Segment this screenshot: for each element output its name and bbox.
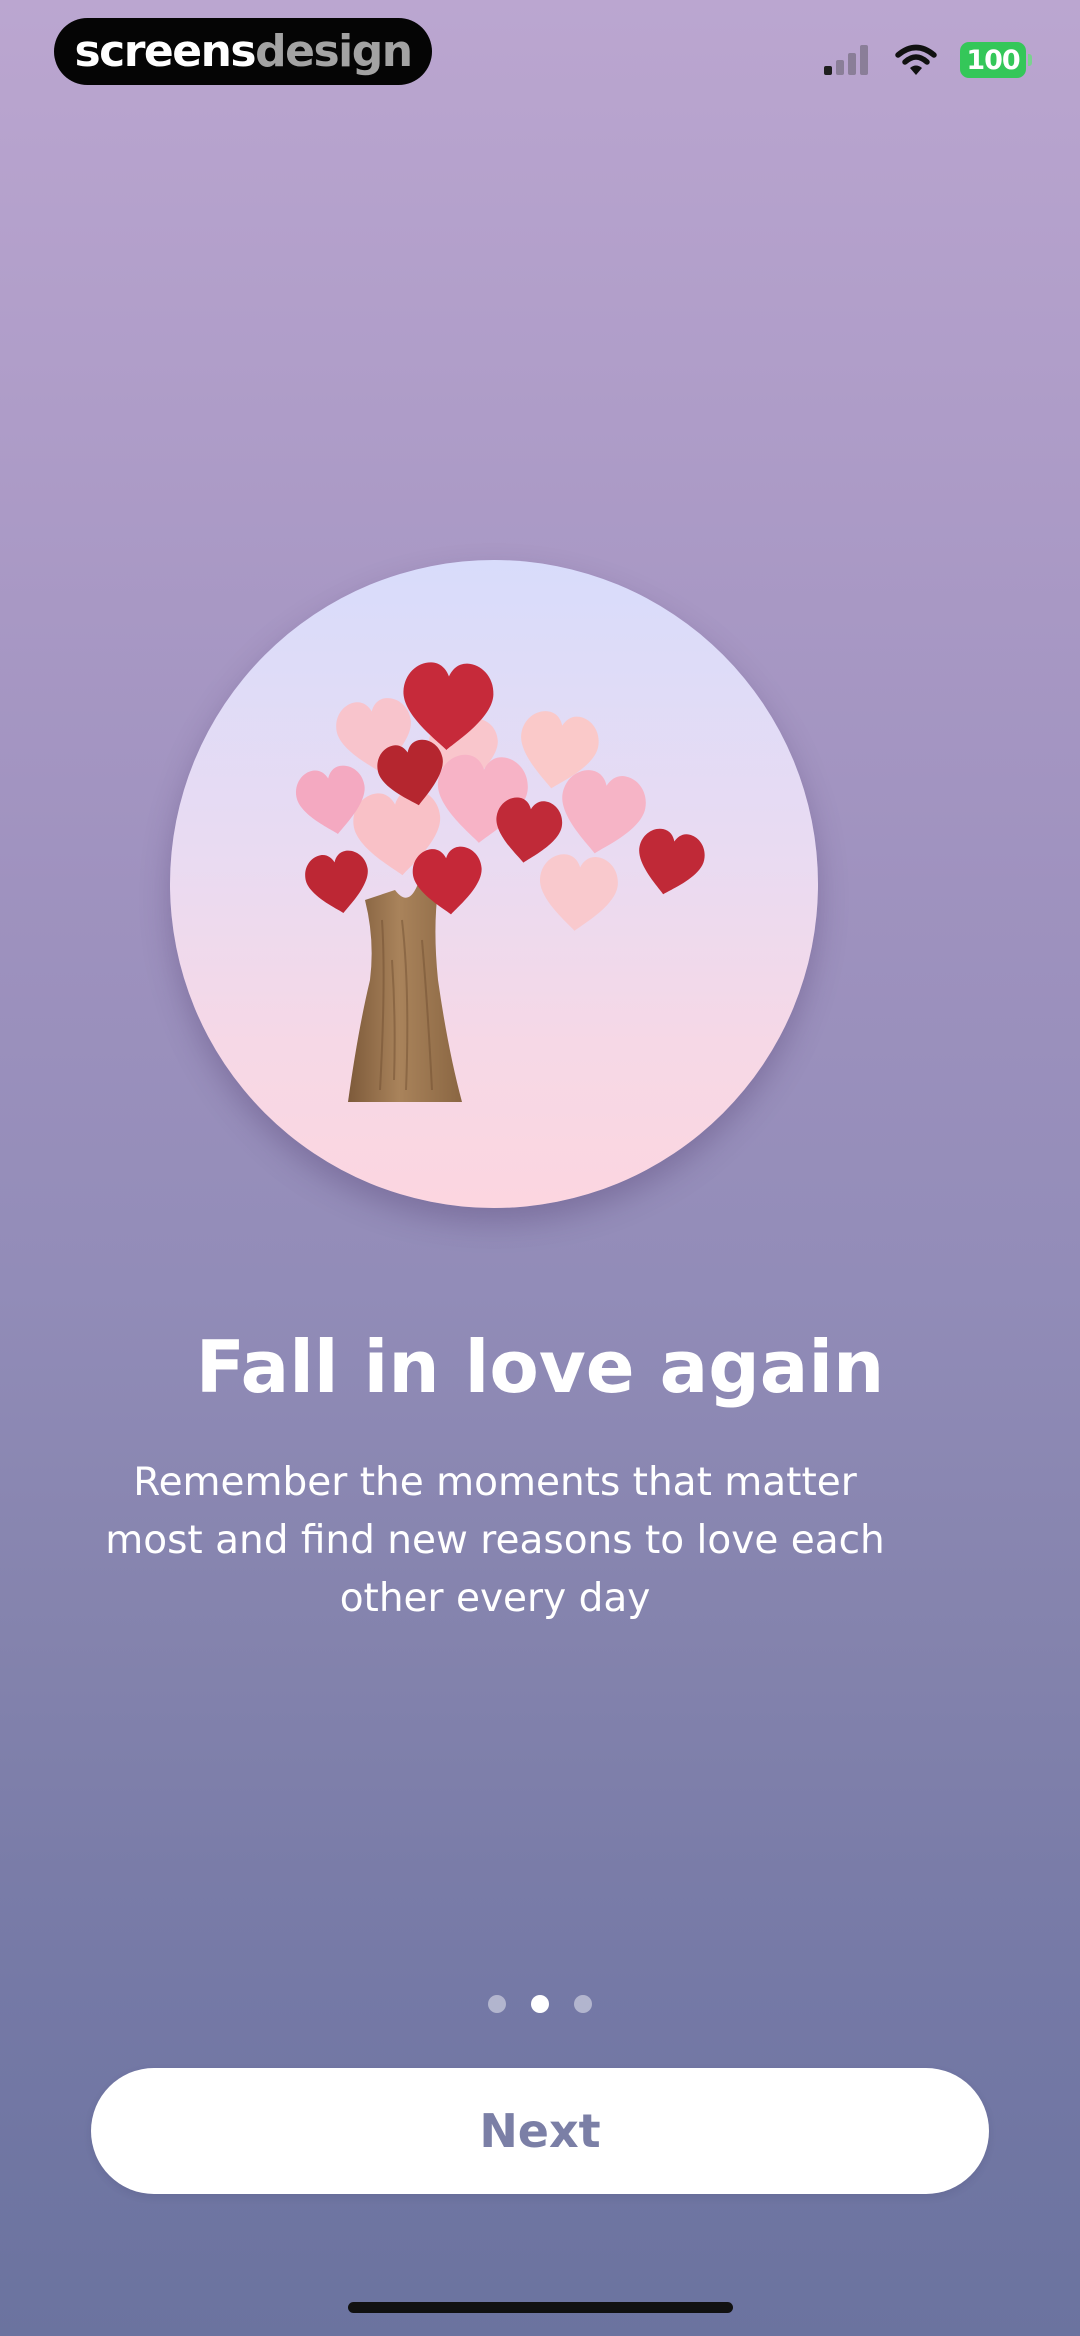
cellular-signal-icon xyxy=(824,45,868,75)
next-button[interactable]: Next xyxy=(91,2068,989,2194)
page-description: Remember the moments that matter most an… xyxy=(100,1454,890,1628)
heart-tree-icon xyxy=(292,661,709,1102)
description-line-2: most and find new reasons to love each xyxy=(105,1518,885,1563)
description-line-1: Remember the moments that matter xyxy=(133,1460,857,1505)
description-line-3: other every day xyxy=(339,1576,651,1621)
page-dot-2-active[interactable] xyxy=(531,1995,549,2013)
page-title: Fall in love again xyxy=(195,1325,885,1409)
status-bar-icons: 100 xyxy=(822,38,1032,82)
hero-illustration xyxy=(170,560,818,1208)
page-dot-1[interactable] xyxy=(488,1995,506,2013)
battery-level: 100 xyxy=(966,44,1020,76)
battery-icon: 100 xyxy=(960,42,1032,78)
screensdesign-logo: screens design xyxy=(54,18,432,85)
page-indicator xyxy=(0,1995,1080,2013)
logo-text-design: design xyxy=(255,25,413,77)
logo-text-screens: screens xyxy=(74,25,256,77)
wifi-icon xyxy=(895,44,937,75)
page-dot-3[interactable] xyxy=(574,1995,592,2013)
home-indicator[interactable] xyxy=(348,2302,733,2313)
